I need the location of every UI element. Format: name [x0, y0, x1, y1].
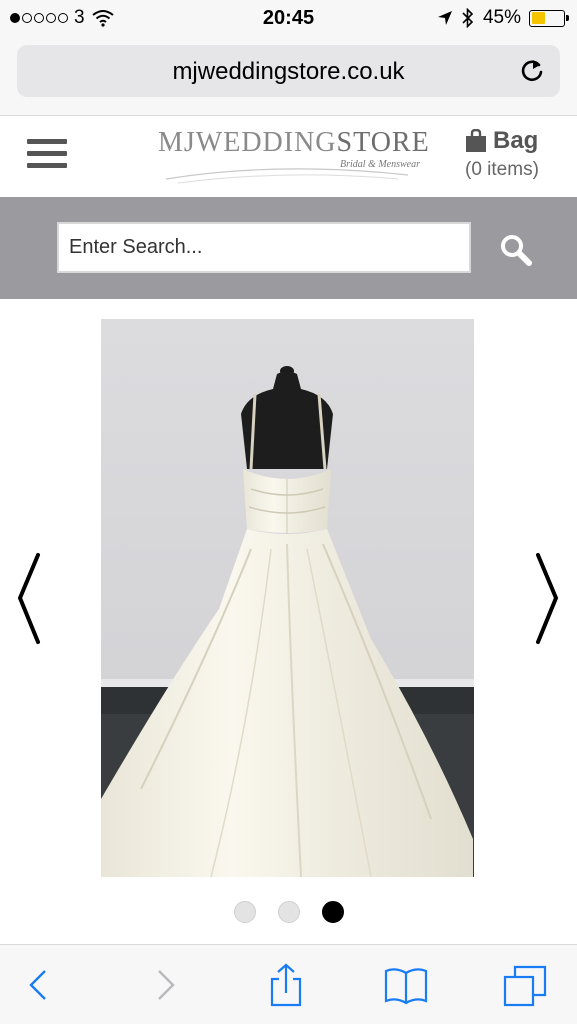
- product-image[interactable]: [101, 319, 474, 877]
- bookmarks-icon[interactable]: [384, 963, 428, 1007]
- bag-item-count: (0 items): [465, 159, 539, 180]
- status-right-group: 45%: [437, 7, 569, 29]
- search-input[interactable]: [57, 222, 471, 273]
- next-image-arrow[interactable]: [532, 551, 562, 646]
- share-icon[interactable]: [264, 963, 308, 1007]
- product-gallery: [0, 299, 577, 944]
- browser-toolbar: [0, 944, 577, 1024]
- pager-dot-2[interactable]: [277, 901, 300, 923]
- status-bar: 3 20:45 45%: [0, 0, 577, 38]
- browser-address-area: mjweddingstore.co.uk: [0, 38, 577, 116]
- battery-percent: 45%: [482, 7, 521, 28]
- site-header: MJWEDDINGSTORE Bridal & Menswear Bag (0 …: [0, 117, 577, 197]
- bluetooth-icon: [462, 8, 474, 28]
- location-arrow-icon: [437, 11, 452, 25]
- search-band: [0, 197, 577, 299]
- menu-icon[interactable]: [27, 139, 67, 171]
- reload-icon[interactable]: [518, 57, 546, 85]
- pager-dot-1[interactable]: [233, 901, 256, 923]
- search-icon[interactable]: [496, 230, 536, 270]
- bag-label: Bag: [493, 127, 539, 154]
- logo-text-wedding: MJWEDDING: [158, 127, 337, 158]
- forward-icon[interactable]: [142, 963, 186, 1007]
- site-logo[interactable]: MJWEDDINGSTORE Bridal & Menswear: [158, 127, 429, 189]
- back-icon[interactable]: [18, 963, 62, 1007]
- battery-icon: [529, 9, 569, 27]
- pager-dot-3[interactable]: [321, 901, 344, 923]
- wedding-dress-photo: [101, 319, 474, 877]
- address-bar[interactable]: mjweddingstore.co.uk: [17, 45, 560, 97]
- address-url[interactable]: mjweddingstore.co.uk: [17, 58, 560, 86]
- gallery-pager: [0, 901, 577, 923]
- battery-fill: [531, 12, 546, 24]
- bag-icon: [466, 129, 486, 152]
- logo-swoosh: [165, 168, 409, 184]
- tabs-icon[interactable]: [503, 963, 547, 1007]
- shopping-bag[interactable]: Bag (0 items): [465, 127, 565, 181]
- previous-image-arrow[interactable]: [14, 551, 44, 646]
- logo-text-store: STORE: [336, 127, 430, 158]
